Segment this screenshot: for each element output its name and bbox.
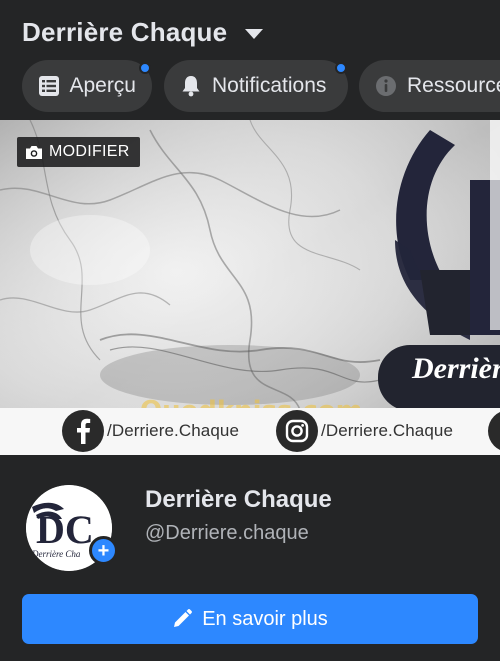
cover-photo[interactable]: Derrière Ouedkniss.com /Derriere.Chaque …: [0, 120, 500, 455]
plus-icon: +: [97, 539, 110, 562]
notification-dot: [335, 62, 347, 74]
tab-apercu[interactable]: Aperçu: [22, 60, 152, 112]
tab-bar: Aperçu Notifications Ressources: [0, 58, 500, 114]
avatar-caption: Derrière Cha: [31, 549, 81, 559]
pencil-icon: [172, 609, 193, 629]
profile-handle: @Derriere.chaque: [145, 522, 309, 544]
add-photo-button[interactable]: +: [89, 536, 118, 565]
facebook-handle: /Derriere.Chaque: [107, 421, 239, 440]
social-more: [488, 410, 500, 452]
instagram-icon: [276, 410, 318, 452]
edit-cover-label: MODIFIER: [49, 143, 130, 160]
social-facebook: /Derriere.Chaque: [62, 410, 239, 452]
facebook-icon: [62, 410, 104, 452]
tab-notifications[interactable]: Notifications: [164, 60, 348, 112]
tab-ressources-label: Ressources: [407, 74, 500, 97]
tab-ressources[interactable]: Ressources: [359, 60, 500, 112]
edit-cover-button[interactable]: MODIFIER: [17, 137, 140, 167]
partial-social-icon: [488, 410, 500, 452]
page-switcher[interactable]: Derrière Chaque: [22, 17, 264, 48]
instagram-handle: /Derriere.Chaque: [321, 421, 453, 440]
notification-dot: [139, 62, 151, 74]
bell-icon: [180, 75, 202, 97]
page-header: Derrière Chaque: [0, 0, 500, 60]
camera-icon: [25, 145, 43, 160]
tab-apercu-label: Aperçu: [69, 74, 136, 97]
chevron-down-icon[interactable]: [245, 29, 264, 39]
info-icon: [375, 75, 397, 97]
page-title: Derrière Chaque: [22, 17, 228, 47]
social-instagram: /Derriere.Chaque: [276, 410, 453, 452]
cover-logo-text: Derrière: [412, 352, 500, 385]
profile-name: Derrière Chaque: [145, 486, 332, 513]
tab-notifications-label: Notifications: [212, 74, 327, 97]
learn-more-button[interactable]: En savoir plus: [22, 594, 478, 644]
avatar-monogram: DC: [36, 507, 94, 552]
list-icon: [38, 75, 59, 97]
learn-more-label: En savoir plus: [202, 607, 328, 630]
profile-section: DC Derrière Cha + Derrière Chaque @Derri…: [0, 455, 500, 661]
